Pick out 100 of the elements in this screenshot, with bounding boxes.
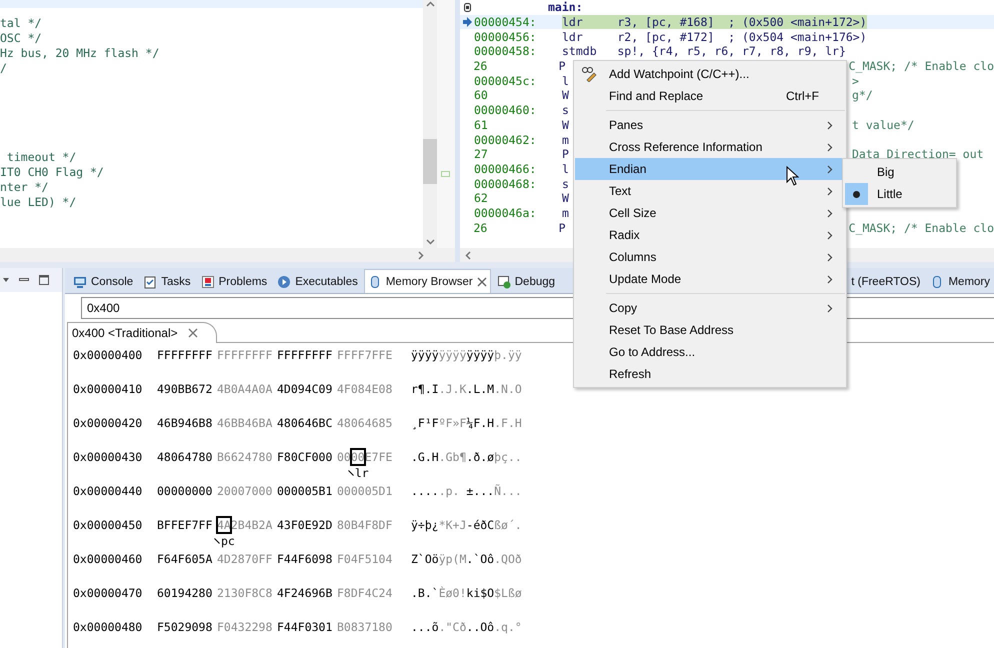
ascii-text: Èø0! [438, 585, 466, 602]
memory-address: 0x00000480 [72, 619, 144, 636]
instruction-text: P [558, 59, 566, 74]
ascii-text: .q.° [494, 619, 522, 636]
ascii-text: .J.K [438, 381, 466, 398]
register-label: lr [354, 465, 369, 481]
memory-word: FFFF7FFE [337, 347, 394, 364]
ascii-text: r¶.I [411, 381, 439, 398]
line-address: 00000462: [474, 132, 538, 147]
ascii-text: ÿp(M [438, 551, 466, 568]
marked-bytes: 00 [350, 449, 365, 465]
memory-word: 2B4B2A [230, 518, 272, 532]
memory-address: 0x00000460 [72, 551, 144, 568]
ascii-text: .N.O [494, 381, 522, 398]
memory-word: F5029098 [157, 619, 214, 636]
line-address: 26 [473, 59, 488, 74]
memory-word: 4B0A4A0A [217, 381, 274, 398]
memory-address: 0x00000410 [72, 381, 144, 398]
code-text: C_MASK; /* Enable clo [848, 220, 994, 235]
memory-word: 490BB672 [157, 381, 214, 398]
code-text: C_MASK; /* Enable clo [848, 59, 994, 74]
line-address: 60 [474, 88, 489, 102]
instruction-text: m [562, 132, 569, 147]
memory-word: BFFEF7FF [157, 517, 214, 534]
ascii-text: .G.H [411, 449, 439, 466]
ascii-text: ÿÿÿÿ [438, 347, 466, 364]
ascii-text: .Gb¶ [438, 449, 466, 466]
line-address: 00000458: [474, 44, 538, 58]
memory-word: 000005B1 [277, 483, 334, 500]
memory-word: 80B4F8DF [337, 517, 394, 534]
line-address: 26 [473, 220, 488, 235]
instruction-text: ldr r3, [pc, #168] ; (0x500 <main+172>) [562, 15, 867, 30]
memory-word: 46B946B8 [157, 415, 214, 432]
memory-word: F80CF000 [277, 449, 334, 466]
ascii-text: $Lßø [494, 585, 522, 602]
memory-word: F0432298 [217, 619, 274, 636]
memory-word: 43F0E92D [277, 517, 334, 534]
line-address: 61 [474, 118, 489, 132]
memory-word: 480646BC [277, 415, 334, 432]
memory-word: 4F24696B [277, 585, 334, 602]
line-address: 00000456: [474, 30, 538, 44]
memory-word: 00 [337, 450, 351, 464]
ascii-text: ±... [466, 483, 494, 500]
instruction-text: l [562, 74, 569, 88]
memory-address: 0x00000470 [72, 585, 144, 602]
ascii-text: ßø´. [494, 517, 522, 534]
code-line: tal */ [0, 16, 43, 31]
code-text: t value*/ [852, 118, 914, 132]
memory-word: FFFFFFFF [157, 347, 214, 364]
ascii-text: *K+J [438, 517, 466, 534]
ascii-text: .ð.ø [466, 449, 494, 466]
instruction-text: W [562, 118, 569, 132]
memory-address: 0x00000420 [72, 415, 144, 432]
instruction-text: stmdb sp!, {r4, r5, r6, r7, r8, r9, lr} [562, 44, 846, 58]
shortcut-text: Ctrl+F [786, 89, 819, 103]
ascii-text: ÿÿÿÿ [411, 347, 439, 364]
memory-word: 48064685 [337, 415, 394, 432]
memory-word: 4F084E08 [337, 381, 394, 398]
ascii-text: ki$O [466, 585, 494, 602]
instruction-text: W [562, 191, 569, 206]
ascii-text: ..Oô [466, 619, 494, 636]
line-address: 00000468: [474, 176, 538, 191]
ascii-text: .QOð [494, 551, 522, 568]
memory-address: 0x00000450 [72, 517, 144, 534]
memory-word: 60194280 [157, 585, 214, 602]
ascii-text: .`Oô [466, 551, 494, 568]
code-line: Hz bus, 20 MHz flash */ [0, 46, 160, 61]
memory-word: 20007000 [217, 483, 274, 500]
memory-word: F04F5104 [337, 551, 394, 568]
ascii-text: ¼F.H [466, 415, 494, 432]
ascii-text: .F.H [494, 415, 522, 432]
memory-word: 4D094C09 [277, 381, 334, 398]
memory-word: 00000000 [157, 483, 214, 500]
memory-word: F44F0301 [277, 619, 334, 636]
memory-word: 46BB46BA [217, 415, 274, 432]
line-address: 0000046a: [474, 206, 538, 220]
line-address: 62 [474, 191, 489, 206]
ascii-text: -éðC [466, 517, 494, 534]
ascii-text: .... [411, 483, 439, 500]
code-text: Data Direction= out [852, 147, 984, 162]
register-label: pc [221, 533, 235, 549]
memory-word: F8DF4C24 [337, 585, 394, 602]
line-address: 00000460: [474, 103, 538, 118]
memory-word: 4D2870FF [217, 551, 274, 568]
code-line: lue LED) */ [0, 195, 78, 210]
ascii-text: ...õ [411, 619, 439, 636]
code-text: > [852, 74, 859, 88]
memory-word: E7FE [364, 450, 392, 464]
memory-word: 2130F8C8 [217, 585, 274, 602]
ascii-text: ºF»F [438, 415, 466, 432]
line-address: 00000454: [474, 15, 538, 30]
instruction-text: P [558, 220, 566, 235]
marked-bytes: 4A [217, 517, 231, 533]
instruction-text: m [562, 206, 569, 220]
ascii-text: ÿÿÿÿ [466, 347, 494, 364]
memory-word: B0837180 [337, 619, 394, 636]
memory-address: 0x00000400 [72, 347, 144, 364]
ascii-text: þ.ÿÿ [494, 347, 522, 364]
ascii-text: ."Cð [438, 619, 466, 636]
code-line: timeout */ [6, 150, 78, 165]
